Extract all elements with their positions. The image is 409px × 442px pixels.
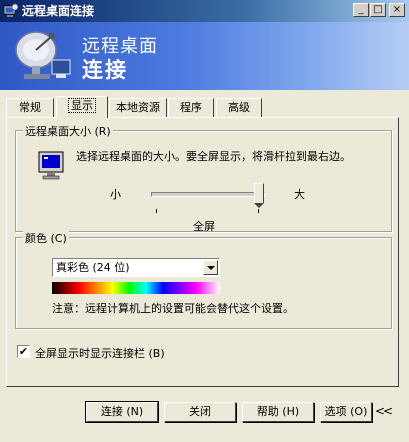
maximize-button[interactable]: □ — [370, 3, 386, 17]
collapse-options-icon[interactable]: << — [375, 402, 393, 420]
tab-general[interactable]: 常规 — [6, 98, 54, 117]
color-note: 注意：远程计算机上的设置可能会替代这个设置。 — [52, 302, 294, 315]
slider-tick — [258, 209, 259, 213]
connect-button[interactable]: 连接 (N) — [85, 401, 159, 423]
color-depth-select[interactable]: 真彩色 (24 位) — [52, 258, 220, 277]
tab-label: 本地资源 — [116, 101, 160, 114]
desktop-size-group: 远程桌面大小 (R) 选择远程桌面的大小。要全屏显示，将滑杆拉到最右边。 小 大… — [15, 123, 392, 233]
color-group: 颜色 (C) 真彩色 (24 位) 注意：远程计算机上的设置可能会替代这个设置。 — [15, 230, 392, 329]
options-button[interactable]: 选项 (O) — [320, 402, 372, 422]
tab-display[interactable]: 显示 — [56, 96, 108, 118]
slider-value-label: 全屏 — [193, 220, 215, 233]
satellite-dish-icon — [15, 31, 71, 79]
slider-small-label: 小 — [110, 188, 121, 201]
size-slider-thumb[interactable] — [254, 183, 264, 208]
close-dialog-button[interactable]: 关闭 — [164, 402, 236, 422]
window-title: 远程桌面连接 — [22, 4, 95, 18]
tab-local-resources[interactable]: 本地资源 — [109, 98, 167, 117]
color-depth-value: 真彩色 (24 位) — [56, 261, 130, 274]
banner: 远程桌面 连接 — [0, 22, 409, 90]
connection-bar-checkbox[interactable]: ✔ — [17, 345, 30, 358]
monitor-icon — [38, 151, 64, 180]
close-button[interactable]: × — [389, 3, 405, 17]
display-tab-panel: 远程桌面大小 (R) 选择远程桌面的大小。要全屏显示，将滑杆拉到最右边。 小 大… — [6, 117, 399, 387]
tab-advanced[interactable]: 高级 — [216, 98, 262, 117]
desktop-size-description: 选择远程桌面的大小。要全屏显示，将滑杆拉到最右边。 — [76, 150, 351, 163]
banner-title-line2: 连接 — [82, 58, 128, 82]
slider-large-label: 大 — [294, 188, 305, 201]
tab-label: 程序 — [180, 101, 202, 114]
tab-label: 高级 — [228, 101, 250, 114]
connection-bar-label: 全屏显示时显示连接栏 (B) — [35, 347, 165, 360]
tab-label: 常规 — [19, 101, 41, 114]
dropdown-arrow-icon[interactable] — [203, 260, 218, 275]
size-slider-track[interactable] — [151, 192, 265, 197]
slider-tick — [156, 209, 157, 213]
remote-desktop-icon — [3, 3, 19, 17]
title-bar[interactable]: 远程桌面连接 _ □ × — [0, 0, 409, 22]
color-legend: 颜色 (C) — [23, 230, 69, 246]
help-button[interactable]: 帮助 (H) — [242, 402, 314, 422]
minimize-button[interactable]: _ — [353, 3, 369, 17]
color-spectrum-bar — [52, 282, 220, 294]
tab-programs[interactable]: 程序 — [168, 98, 214, 117]
desktop-size-legend: 远程桌面大小 (R) — [23, 123, 113, 139]
rdp-window: 远程桌面连接 _ □ × 远程桌面 连接 常规 显示 本地资源 程序 高级 远程… — [0, 0, 409, 442]
tab-label: 显示 — [68, 98, 96, 113]
